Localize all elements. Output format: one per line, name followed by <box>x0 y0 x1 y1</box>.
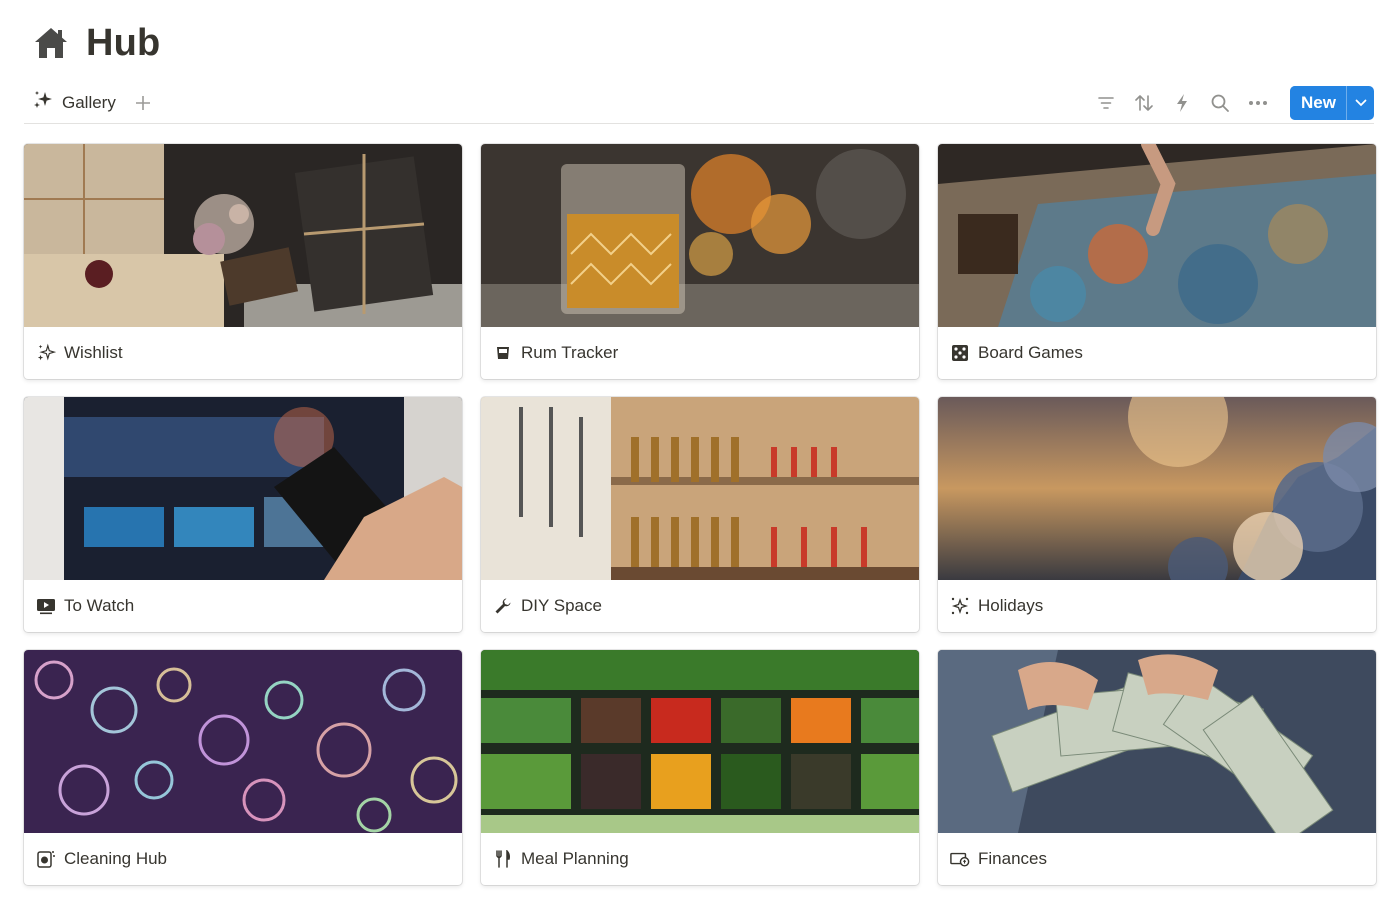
card-title: Finances <box>978 849 1047 868</box>
card-footer: Board Games <box>938 327 1376 379</box>
gallery-card-cleaning-hub[interactable]: Cleaning Hub <box>24 650 462 885</box>
gallery-card-holidays[interactable]: Holidays <box>938 397 1376 632</box>
search-icon[interactable] <box>1204 87 1236 119</box>
card-cover-image <box>938 650 1376 833</box>
card-title: Wishlist <box>64 343 123 362</box>
card-footer: Finances <box>938 833 1376 885</box>
sparkles-icon <box>36 343 56 363</box>
sparkles-icon <box>32 90 54 115</box>
more-icon[interactable] <box>1242 87 1274 119</box>
view-bar: Gallery New <box>24 82 1374 124</box>
tab-gallery[interactable]: Gallery <box>24 85 124 121</box>
card-title: Holidays <box>978 596 1044 615</box>
home-icon[interactable] <box>32 24 70 62</box>
card-footer: To Watch <box>24 580 462 632</box>
card-cover-image <box>481 397 919 580</box>
fork-knife-icon <box>493 849 513 869</box>
card-footer: Wishlist <box>24 327 462 379</box>
gallery-card-finances[interactable]: Finances <box>938 650 1376 885</box>
card-title: Meal Planning <box>521 849 629 868</box>
card-footer: Cleaning Hub <box>24 833 462 885</box>
card-footer: Holidays <box>938 580 1376 632</box>
gallery-card-board-games[interactable]: Board Games <box>938 144 1376 379</box>
card-title: Board Games <box>978 343 1083 362</box>
card-cover-image <box>481 650 919 833</box>
dice-icon <box>950 343 970 363</box>
play-screen-icon <box>36 596 56 616</box>
toolbar: New <box>1090 85 1374 120</box>
gallery-grid: Wishlist Rum Tracker Board Games To Watc… <box>24 144 1376 885</box>
automation-bolt-icon[interactable] <box>1166 87 1198 119</box>
tab-gallery-label: Gallery <box>62 92 116 112</box>
card-footer: Meal Planning <box>481 833 919 885</box>
card-footer: DIY Space <box>481 580 919 632</box>
wrench-icon <box>493 596 513 616</box>
gallery-card-diy-space[interactable]: DIY Space <box>481 397 919 632</box>
card-title: DIY Space <box>521 596 602 615</box>
new-button-group: New <box>1290 85 1374 120</box>
glass-icon <box>493 343 513 363</box>
new-button[interactable]: New <box>1290 85 1346 120</box>
sort-icon[interactable] <box>1128 87 1160 119</box>
gallery-card-rum-tracker[interactable]: Rum Tracker <box>481 144 919 379</box>
card-cover-image <box>24 397 462 580</box>
card-title: To Watch <box>64 596 135 615</box>
sparkle-burst-icon <box>950 596 970 616</box>
card-cover-image <box>481 144 919 327</box>
chevron-down-icon[interactable] <box>1346 85 1374 120</box>
gallery-card-wishlist[interactable]: Wishlist <box>24 144 462 379</box>
card-cover-image <box>24 144 462 327</box>
gallery-card-to-watch[interactable]: To Watch <box>24 397 462 632</box>
money-icon <box>950 849 970 869</box>
page-header: Hub <box>32 20 160 66</box>
gallery-card-meal-planning[interactable]: Meal Planning <box>481 650 919 885</box>
card-cover-image <box>938 397 1376 580</box>
washing-machine-icon <box>36 849 56 869</box>
page-title[interactable]: Hub <box>86 22 160 65</box>
filter-icon[interactable] <box>1090 87 1122 119</box>
plus-icon[interactable] <box>132 92 154 114</box>
card-title: Rum Tracker <box>521 343 619 362</box>
card-footer: Rum Tracker <box>481 327 919 379</box>
card-cover-image <box>938 144 1376 327</box>
card-cover-image <box>24 650 462 833</box>
card-title: Cleaning Hub <box>64 849 168 868</box>
